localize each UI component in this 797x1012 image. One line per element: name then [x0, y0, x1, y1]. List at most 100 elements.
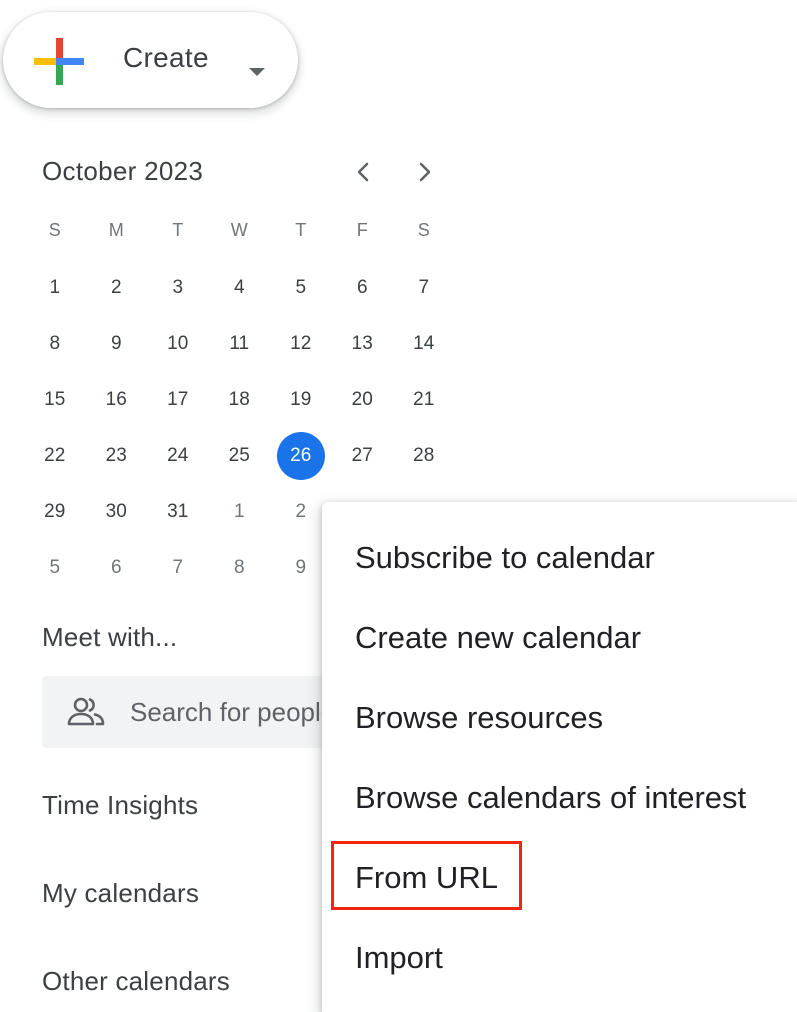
time-insights-toggle[interactable]: Time Insights	[42, 790, 198, 821]
day-number: 1	[49, 277, 61, 298]
calendar-week-row: 22 23 24 25 26 27 28	[24, 428, 455, 484]
day-number: 27	[351, 445, 373, 466]
menu-item-subscribe[interactable]: Subscribe to calendar	[322, 518, 797, 598]
calendar-day[interactable]: 8	[209, 540, 271, 596]
day-number: 8	[49, 333, 61, 354]
calendar-day[interactable]: 22	[24, 428, 86, 484]
day-number: 17	[167, 389, 189, 410]
day-number: 5	[295, 277, 307, 298]
calendar-day[interactable]: 27	[332, 428, 394, 484]
calendar-day[interactable]: 11	[209, 316, 271, 372]
day-number: 8	[233, 557, 245, 578]
weekday-label: W	[230, 220, 248, 240]
calendar-day[interactable]: 31	[147, 484, 209, 540]
day-number: 5	[49, 557, 61, 578]
day-number: 23	[105, 445, 127, 466]
calendar-day[interactable]: 9	[86, 316, 148, 372]
weekday-label: M	[108, 220, 124, 240]
calendar-day[interactable]: 7	[147, 540, 209, 596]
weekday-label: T	[172, 220, 184, 240]
day-number: 9	[295, 557, 307, 578]
calendar-day[interactable]: 5	[270, 260, 332, 316]
day-number: 9	[110, 333, 122, 354]
calendar-day[interactable]: 29	[24, 484, 86, 540]
day-number: 13	[351, 333, 373, 354]
day-number: 12	[290, 333, 312, 354]
calendar-day[interactable]: 10	[147, 316, 209, 372]
my-calendars-toggle[interactable]: My calendars	[42, 878, 199, 909]
weekday-label: F	[356, 220, 368, 240]
day-number: 31	[167, 501, 189, 522]
day-number: 30	[105, 501, 127, 522]
menu-item-browse-resources[interactable]: Browse resources	[322, 678, 797, 758]
calendar-day[interactable]: 14	[393, 316, 455, 372]
people-icon	[67, 697, 105, 726]
weekday-header: SMTWTFS	[24, 220, 455, 241]
calendar-day[interactable]: 25	[209, 428, 271, 484]
menu-item-import[interactable]: Import	[322, 918, 797, 998]
calendar-day[interactable]: 1	[24, 260, 86, 316]
calendar-day[interactable]: 1	[209, 484, 271, 540]
day-number: 7	[172, 557, 184, 578]
calendar-day[interactable]: 12	[270, 316, 332, 372]
create-label: Create	[123, 42, 209, 73]
day-number: 22	[44, 445, 66, 466]
calendar-day[interactable]: 7	[393, 260, 455, 316]
calendar-day-today[interactable]: 26	[270, 428, 332, 484]
calendar-week-row: 1 2 3 4 5 6 7	[24, 260, 455, 316]
next-month-button[interactable]	[406, 154, 442, 190]
day-number: 1	[233, 501, 245, 522]
day-number: 4	[233, 277, 245, 298]
calendar-day[interactable]: 16	[86, 372, 148, 428]
chevron-right-icon	[419, 162, 431, 182]
chevron-left-icon	[357, 162, 369, 182]
previous-month-button[interactable]	[346, 154, 382, 190]
day-number: 2	[295, 501, 307, 522]
calendar-day[interactable]: 28	[393, 428, 455, 484]
calendar-day[interactable]: 23	[86, 428, 148, 484]
day-number: 6	[110, 557, 122, 578]
calendar-day[interactable]: 30	[86, 484, 148, 540]
calendar-day[interactable]: 13	[332, 316, 394, 372]
day-number: 6	[356, 277, 368, 298]
day-number: 24	[167, 445, 189, 466]
calendar-week-row: 8 9 10 11 12 13 14	[24, 316, 455, 372]
day-number: 14	[413, 333, 435, 354]
day-number: 19	[290, 389, 312, 410]
calendar-day[interactable]: 6	[86, 540, 148, 596]
calendar-day[interactable]: 21	[393, 372, 455, 428]
calendar-day[interactable]: 3	[147, 260, 209, 316]
day-number: 18	[228, 389, 250, 410]
day-number: 21	[413, 389, 435, 410]
calendar-day[interactable]: 6	[332, 260, 394, 316]
calendar-day[interactable]: 20	[332, 372, 394, 428]
google-plus-icon	[34, 38, 84, 85]
calendar-day[interactable]: 8	[24, 316, 86, 372]
meet-with-title: Meet with...	[42, 622, 178, 652]
day-number: 7	[418, 277, 430, 298]
dropdown-caret-icon	[249, 68, 265, 76]
menu-item-from-url[interactable]: From URL	[322, 838, 797, 918]
calendar-day[interactable]: 18	[209, 372, 271, 428]
calendar-day[interactable]: 5	[24, 540, 86, 596]
add-calendar-menu: Subscribe to calendar Create new calenda…	[322, 502, 797, 1012]
calendar-day[interactable]: 4	[209, 260, 271, 316]
other-calendars-toggle[interactable]: Other calendars	[42, 966, 230, 997]
calendar-day[interactable]: 2	[86, 260, 148, 316]
day-number: 10	[167, 333, 189, 354]
calendar-day[interactable]: 15	[24, 372, 86, 428]
weekday-label: S	[48, 220, 61, 240]
day-number: 29	[44, 501, 66, 522]
day-number: 20	[351, 389, 373, 410]
day-number: 28	[413, 445, 435, 466]
menu-item-create-new[interactable]: Create new calendar	[322, 598, 797, 678]
menu-item-browse-interest[interactable]: Browse calendars of interest	[322, 758, 797, 838]
calendar-day[interactable]: 24	[147, 428, 209, 484]
calendar-day[interactable]: 19	[270, 372, 332, 428]
day-number: 26	[276, 432, 325, 480]
weekday-label: S	[417, 220, 430, 240]
create-button[interactable]: Create	[3, 12, 298, 108]
day-number: 11	[229, 333, 250, 354]
calendar-day[interactable]: 17	[147, 372, 209, 428]
month-label: October 2023	[42, 156, 204, 186]
